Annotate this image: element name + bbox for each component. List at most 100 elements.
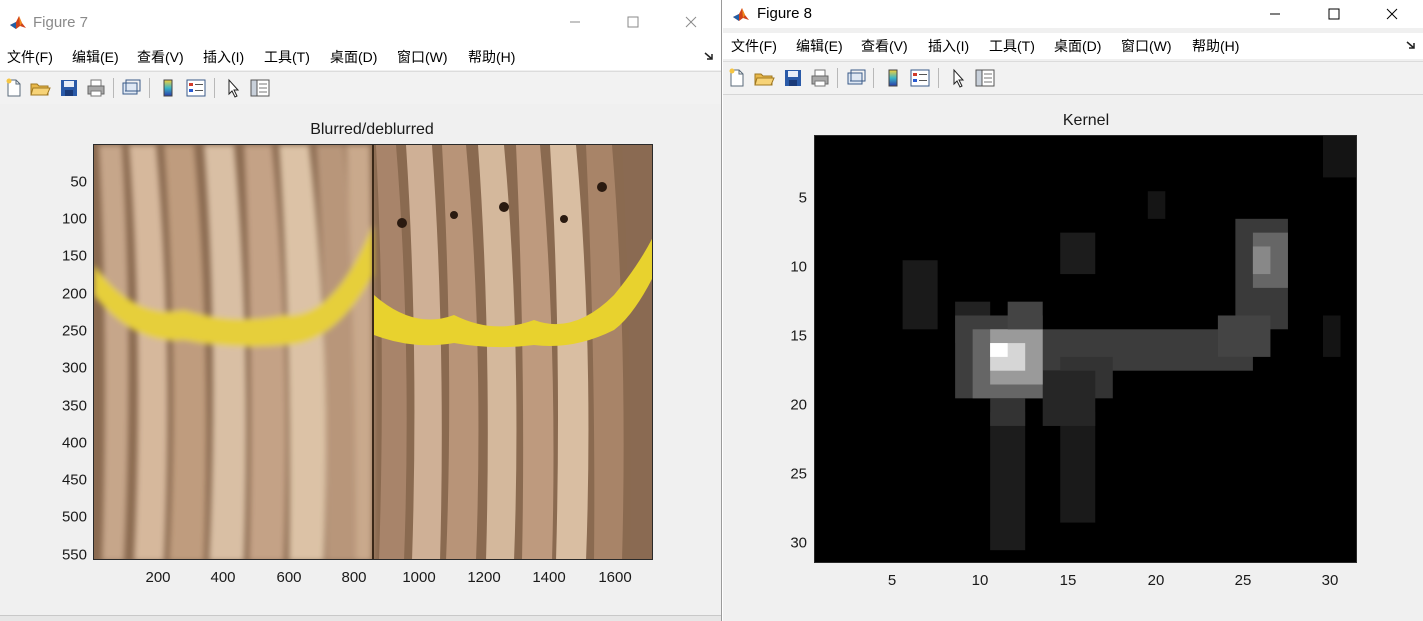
menu-insert[interactable]: 插入(I) [203,44,244,70]
toolbar [0,71,721,105]
legend-icon[interactable] [909,67,931,89]
window-title: Figure 8 [757,5,813,22]
new-figure-icon[interactable] [726,67,748,89]
x-tick-label: 1200 [467,569,501,586]
fish-image [94,145,652,559]
axes-title: Kernel [1062,112,1110,129]
maximize-icon [627,16,639,28]
y-tick-label: 200 [61,285,87,303]
title-bar: Figure 7 [0,0,721,44]
image-axes[interactable] [93,144,653,560]
save-icon[interactable] [782,67,804,89]
x-tick-label: 1000 [402,569,436,586]
edit-plot-icon[interactable] [947,67,969,89]
title-bar: Figure 8 [723,0,1423,28]
toolbar-separator [214,78,215,98]
close-button[interactable] [1369,0,1415,28]
property-inspector-icon[interactable] [974,67,996,89]
minimize-icon [570,21,580,23]
menu-window[interactable]: 窗口(W) [397,44,448,70]
minimize-icon [1270,13,1280,15]
x-tick-label: 15 [1059,572,1077,589]
figure-canvas: Kernel 5 10 15 20 25 30 5 10 15 20 25 30 [723,95,1423,621]
maximize-button[interactable] [610,8,656,36]
menu-window[interactable]: 窗口(W) [1121,33,1172,59]
x-tick-label: 10 [971,572,989,589]
x-tick-label: 600 [276,569,302,586]
x-tick-label: 5 [887,572,897,589]
menu-tools[interactable]: 工具(T) [264,44,310,70]
dock-icon[interactable] [703,50,715,62]
menu-bar: 文件(F) 编辑(E) 查看(V) 插入(I) 工具(T) 桌面(D) 窗口(W… [0,44,721,70]
x-tick-label: 20 [1147,572,1165,589]
minimize-button[interactable] [552,8,598,36]
y-tick-label: 400 [61,434,87,452]
toolbar-separator [113,78,114,98]
open-file-icon[interactable] [753,67,775,89]
toolbar [723,61,1423,95]
menu-help[interactable]: 帮助(H) [468,44,515,70]
y-tick-label: 300 [61,359,87,377]
y-tick-label: 100 [61,210,87,228]
y-tick-label: 250 [61,322,87,340]
save-icon[interactable] [58,77,80,99]
window-title: Figure 7 [33,14,89,31]
menu-help[interactable]: 帮助(H) [1192,33,1239,59]
x-tick-label: 25 [1234,572,1252,589]
menu-desktop[interactable]: 桌面(D) [330,44,377,70]
link-plot-icon[interactable] [120,77,142,99]
x-tick-label: 1400 [532,569,566,586]
y-tick-label: 450 [61,471,87,489]
y-tick-label: 30 [790,534,807,552]
kernel-image [815,136,1356,562]
menu-edit[interactable]: 编辑(E) [72,44,119,70]
x-tick-label: 200 [145,569,171,586]
link-plot-icon[interactable] [845,67,867,89]
property-inspector-icon[interactable] [249,77,271,99]
close-button[interactable] [668,8,714,36]
dock-icon[interactable] [1405,39,1417,51]
toolbar-separator [149,78,150,98]
y-tick-label: 15 [790,327,807,345]
menu-bar: 文件(F) 编辑(E) 查看(V) 插入(I) 工具(T) 桌面(D) 窗口(W… [723,33,1423,59]
print-icon[interactable] [85,77,107,99]
colorbar-icon[interactable] [882,67,904,89]
menu-insert[interactable]: 插入(I) [928,33,969,59]
toolbar-separator [873,68,874,88]
menu-file[interactable]: 文件(F) [731,33,777,59]
bottom-border [0,615,721,621]
open-file-icon[interactable] [29,77,51,99]
y-tick-label: 25 [790,465,807,483]
figure-8-window: Figure 8 文件(F) 编辑(E) 查看(V) 插入(I) 工具(T) 桌… [723,0,1423,621]
minimize-button[interactable] [1252,0,1298,28]
figure-canvas: Blurred/deblurred 50 100 150 200 250 300… [0,104,721,621]
legend-icon[interactable] [185,77,207,99]
x-tick-label: 30 [1321,572,1339,589]
x-tick-label: 400 [210,569,236,586]
maximize-icon [1328,8,1340,20]
y-tick-label: 5 [798,189,807,207]
y-tick-label: 500 [61,508,87,526]
print-icon[interactable] [809,67,831,89]
y-tick-label: 350 [61,397,87,415]
x-tick-label: 800 [341,569,367,586]
colorbar-icon[interactable] [157,77,179,99]
image-axes[interactable] [814,135,1357,563]
menu-view[interactable]: 查看(V) [137,44,184,70]
menu-desktop[interactable]: 桌面(D) [1054,33,1101,59]
toolbar-separator [837,68,838,88]
y-tick-label: 150 [61,247,87,265]
menu-tools[interactable]: 工具(T) [989,33,1035,59]
x-tick-label: 1600 [598,569,632,586]
edit-plot-icon[interactable] [222,77,244,99]
maximize-button[interactable] [1311,0,1357,28]
close-icon [1386,8,1398,20]
toolbar-separator [938,68,939,88]
y-tick-label: 10 [790,258,807,276]
matlab-logo-icon [8,12,28,32]
menu-edit[interactable]: 编辑(E) [796,33,843,59]
y-tick-label: 20 [790,396,807,414]
menu-view[interactable]: 查看(V) [861,33,908,59]
new-figure-icon[interactable] [3,77,25,99]
menu-file[interactable]: 文件(F) [7,44,53,70]
